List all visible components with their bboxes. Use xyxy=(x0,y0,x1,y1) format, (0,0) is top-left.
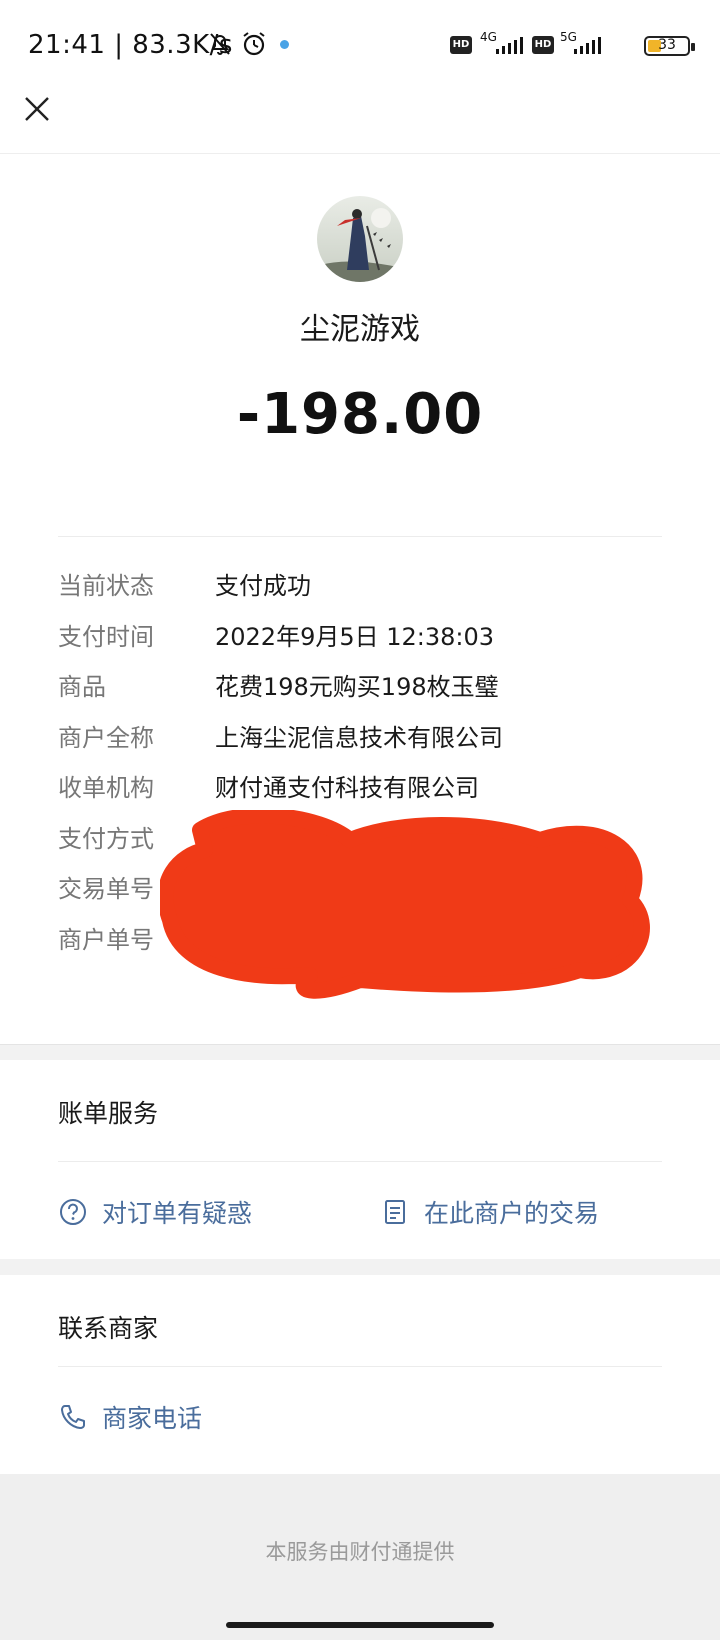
merchant-phone-label: 商家电话 xyxy=(102,1404,203,1433)
detail-label: 收单机构 xyxy=(58,774,154,802)
detail-value: 2022年9月5日 12:38:03 xyxy=(215,622,495,651)
status-bar: 21:41 | 83.3K/s HD 4G HD 5G 33 xyxy=(0,0,720,92)
merchant-transactions-button[interactable]: 在此商户的交易 xyxy=(380,1194,599,1230)
contact-merchant-title: 联系商家 xyxy=(58,1314,159,1343)
close-icon xyxy=(25,97,49,121)
detail-label: 商户全称 xyxy=(58,723,154,752)
detail-label: 支付方式 xyxy=(58,824,154,853)
status-icons-right: HD 4G HD 5G 33 xyxy=(450,30,695,60)
top-bar xyxy=(0,92,720,154)
contact-merchant-section: 联系商家 商家电话 xyxy=(0,1275,720,1474)
detail-value: 财付通支付科技有限公司 xyxy=(215,774,479,802)
merchant-name: 尘泥游戏 xyxy=(300,312,420,347)
detail-label: 商户单号 xyxy=(58,925,154,954)
merchant-avatar xyxy=(317,196,403,282)
notification-dot xyxy=(280,40,289,49)
footer-text: 本服务由财付通提供 xyxy=(265,1540,455,1564)
signal-icon-2 xyxy=(572,34,606,60)
order-question-button[interactable]: 对订单有疑惑 xyxy=(58,1194,252,1230)
detail-row-product: 商品 花费198元购买198枚玉璧 xyxy=(58,667,662,718)
hd-badge-2: HD xyxy=(532,36,554,54)
merchant-phone-button[interactable]: 商家电话 xyxy=(58,1399,202,1435)
section-gap xyxy=(0,1259,720,1275)
detail-label: 商品 xyxy=(58,673,106,701)
divider xyxy=(58,1366,662,1367)
signal-icon xyxy=(494,34,528,60)
phone-icon xyxy=(61,1405,85,1429)
bell-off-icon xyxy=(206,30,234,62)
bill-service-title: 账单服务 xyxy=(58,1099,159,1128)
detail-row-time: 支付时间 2022年9月5日 12:38:03 xyxy=(58,617,662,668)
footer: 本服务由财付通提供 xyxy=(0,1474,720,1640)
close-button[interactable] xyxy=(20,92,54,126)
detail-label: 交易单号 xyxy=(58,875,154,903)
detail-row-merchant-full-name: 商户全称 上海尘泥信息技术有限公司 xyxy=(58,718,662,769)
battery-level: 33 xyxy=(658,37,676,53)
detail-label: 支付时间 xyxy=(58,622,154,651)
detail-label: 当前状态 xyxy=(58,572,154,600)
question-circle-icon xyxy=(60,1199,86,1225)
alarm-icon xyxy=(240,30,268,62)
detail-value: 上海尘泥信息技术有限公司 xyxy=(215,723,503,752)
home-indicator[interactable] xyxy=(226,1622,494,1628)
divider xyxy=(58,536,662,537)
payment-amount: -198.00 xyxy=(236,382,484,447)
bill-service-section: 账单服务 对订单有疑惑 在此商户的交易 xyxy=(0,1060,720,1259)
detail-value: 花费198元购买198枚玉璧 xyxy=(215,673,499,701)
hd-badge: HD xyxy=(450,36,472,54)
battery-icon: 33 xyxy=(644,36,695,56)
detail-value: 支付成功 xyxy=(215,572,311,600)
status-time: 21:41 | 83.3K/s xyxy=(28,30,233,60)
section-gap xyxy=(0,1044,720,1060)
document-icon xyxy=(385,1200,405,1224)
detail-row-status: 当前状态 支付成功 xyxy=(58,566,662,617)
divider xyxy=(58,1161,662,1162)
merchant-transactions-label: 在此商户的交易 xyxy=(424,1199,600,1228)
order-question-label: 对订单有疑惑 xyxy=(102,1199,253,1228)
redaction-scribble xyxy=(160,810,650,999)
